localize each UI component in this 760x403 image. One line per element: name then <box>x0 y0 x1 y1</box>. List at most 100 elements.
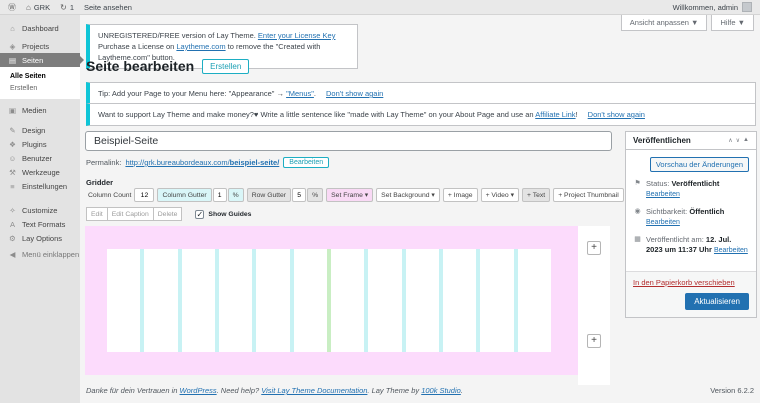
move-to-trash-link[interactable]: In den Papierkorb verschieben <box>633 278 735 287</box>
column-gutter-label: Column Gutter <box>157 188 211 202</box>
permalink-slug-link[interactable]: beispiel-seite/ <box>230 158 280 167</box>
footer-text: . Need help? <box>217 386 262 395</box>
edit-visibility-link[interactable]: Bearbeiten <box>646 219 680 226</box>
gridder-edit-row: Edit Edit Caption Delete ✓ Show Guides <box>86 207 251 221</box>
grid-column[interactable] <box>107 249 140 352</box>
column-gutter-input[interactable] <box>213 188 227 202</box>
screen-options-button[interactable]: Ansicht anpassen ▼ <box>621 15 708 31</box>
visibility-row: ◉ Sichtbarkeit: Öffentlich Bearbeiten <box>633 207 749 228</box>
edit-caption-button[interactable]: Edit Caption <box>107 207 154 221</box>
wordpress-link[interactable]: WordPress <box>180 386 217 395</box>
edit-status-link[interactable]: Bearbeiten <box>646 191 680 198</box>
column-count-input[interactable] <box>134 188 154 202</box>
affiliate-link[interactable]: Affiliate Link <box>535 110 575 119</box>
sidebar-item-label: Text Formats <box>22 220 65 229</box>
delete-button[interactable]: Delete <box>153 207 183 221</box>
grid-column[interactable] <box>368 249 401 352</box>
grid-column[interactable] <box>480 249 513 352</box>
grid-column[interactable] <box>219 249 252 352</box>
pin-icon: ⚑ <box>633 179 642 200</box>
sidebar-item-einstellungen[interactable]: ≡ Einstellungen <box>0 179 80 193</box>
settings-icon: ≡ <box>8 182 17 191</box>
sidebar-item-benutzer[interactable]: ☺ Benutzer <box>0 151 80 165</box>
sidebar-item-design[interactable]: ✎ Design <box>0 123 80 137</box>
sidebar-item-seiten[interactable]: ▤ Seiten <box>0 53 80 67</box>
order-up-icon[interactable]: ∧ <box>728 137 732 144</box>
edit-published-link[interactable]: Bearbeiten <box>714 247 748 254</box>
order-down-icon[interactable]: ∨ <box>736 137 740 144</box>
permalink-url-link[interactable]: http://grk.bureaubordeaux.com/ <box>125 158 229 167</box>
collapse-panel-icon[interactable]: ▲ <box>743 137 749 144</box>
preview-changes-button[interactable]: Vorschau der Änderungen <box>650 157 749 172</box>
add-image-button[interactable]: + Image <box>443 188 478 202</box>
sidebar-item-plugins[interactable]: ❖ Plugins <box>0 137 80 151</box>
set-background-dropdown[interactable]: Set Background ▾ <box>376 188 440 202</box>
dismiss-tip-link[interactable]: Don't show again <box>588 110 645 119</box>
visibility-label: Sichtbarkeit: <box>646 207 687 216</box>
wordpress-logo-glyph: Ⓦ <box>8 2 16 13</box>
avatar[interactable] <box>742 2 752 12</box>
page-title: Seite bearbeiten <box>86 58 194 74</box>
sidebar-item-text-formats[interactable]: A Text Formats <box>0 217 80 231</box>
submenu-item-erstellen[interactable]: Erstellen <box>0 83 80 95</box>
sidebar-item-label: Lay Options <box>22 234 62 243</box>
grid-column[interactable] <box>331 249 364 352</box>
row-gutter-unit: % <box>307 188 323 202</box>
lay-theme-docs-link[interactable]: Visit Lay Theme Documentation <box>261 386 367 395</box>
edit-button[interactable]: Edit <box>86 207 108 221</box>
grid-column[interactable] <box>443 249 476 352</box>
help-button[interactable]: Hilfe ▼ <box>711 15 754 31</box>
sidebar-item-label: Medien <box>22 106 47 115</box>
user-icon: ☺ <box>8 154 17 163</box>
welcome-admin-link[interactable]: Willkommen, admin <box>673 3 738 12</box>
column-count-label: Column Count <box>86 192 133 199</box>
menu-tip-notice: Tip: Add your Page to your Menu here: "A… <box>86 82 756 105</box>
page-title-input[interactable] <box>85 131 612 151</box>
add-row-button[interactable]: + <box>587 334 601 348</box>
add-row-button[interactable]: + <box>587 241 601 255</box>
add-project-thumbnail-button[interactable]: + Project Thumbnail <box>553 188 624 202</box>
enter-license-key-link[interactable]: Enter your License Key <box>258 31 336 40</box>
site-name-link[interactable]: ⌂ GRK <box>26 3 50 12</box>
sidebar-item-medien[interactable]: ▣ Medien <box>0 103 80 117</box>
row-gutter-input[interactable] <box>292 188 306 202</box>
update-button[interactable]: Aktualisieren <box>685 293 749 310</box>
grid-column[interactable] <box>144 249 177 352</box>
updates-count: 1 <box>70 3 74 12</box>
studio-link[interactable]: 100k Studio <box>421 386 461 395</box>
affiliate-tip-notice: Want to support Lay Theme and make money… <box>86 103 756 126</box>
laytheme-com-link[interactable]: Laytheme.com <box>176 42 225 51</box>
publish-panel-header[interactable]: Veröffentlichen ∧ ∨ ▲ <box>626 132 756 150</box>
updates-link[interactable]: ↻ 1 <box>60 3 74 12</box>
sidebar-item-customize[interactable]: ✧ Customize <box>0 203 80 217</box>
gridder-canvas[interactable] <box>85 226 578 375</box>
grid-column[interactable] <box>294 249 327 352</box>
sidebar-item-dashboard[interactable]: ⌂ Dashboard <box>0 21 80 35</box>
grid-column[interactable] <box>406 249 439 352</box>
tip-suffix: . <box>314 89 316 98</box>
sidebar-item-label: Plugins <box>22 140 47 149</box>
set-frame-dropdown[interactable]: Set Frame ▾ <box>326 188 373 202</box>
submenu-item-alle-seiten[interactable]: Alle Seiten <box>0 71 80 83</box>
sidebar-item-werkzeuge[interactable]: ⚒ Werkzeuge <box>0 165 80 179</box>
add-row-strip: + + <box>578 226 610 385</box>
create-page-button[interactable]: Erstellen <box>202 59 249 74</box>
view-page-link[interactable]: Seite ansehen <box>84 3 132 12</box>
sidebar-item-projects[interactable]: ◈ Projects <box>0 39 80 53</box>
edit-permalink-button[interactable]: Bearbeiten <box>283 157 329 168</box>
sidebar-item-label: Design <box>22 126 45 135</box>
show-guides-checkbox[interactable]: ✓ <box>195 210 204 219</box>
menus-link[interactable]: "Menus" <box>286 89 314 98</box>
grid-column[interactable] <box>182 249 215 352</box>
screen-tabs: Ansicht anpassen ▼ Hilfe ▼ <box>621 15 754 31</box>
add-video-dropdown[interactable]: + Video ▾ <box>481 188 519 202</box>
collapse-menu-button[interactable]: ◀ Menü einklappen <box>0 247 80 261</box>
grid-column[interactable] <box>256 249 289 352</box>
wordpress-logo-icon[interactable]: Ⓦ <box>8 2 16 13</box>
add-text-button[interactable]: + Text <box>522 188 550 202</box>
sidebar-item-label: Dashboard <box>22 24 59 33</box>
grid-column[interactable] <box>518 249 551 352</box>
footer-text: Danke für dein Vertrauen in <box>86 386 180 395</box>
sidebar-item-lay-options[interactable]: ⚙ Lay Options <box>0 231 80 245</box>
dismiss-tip-link[interactable]: Don't show again <box>326 89 383 98</box>
